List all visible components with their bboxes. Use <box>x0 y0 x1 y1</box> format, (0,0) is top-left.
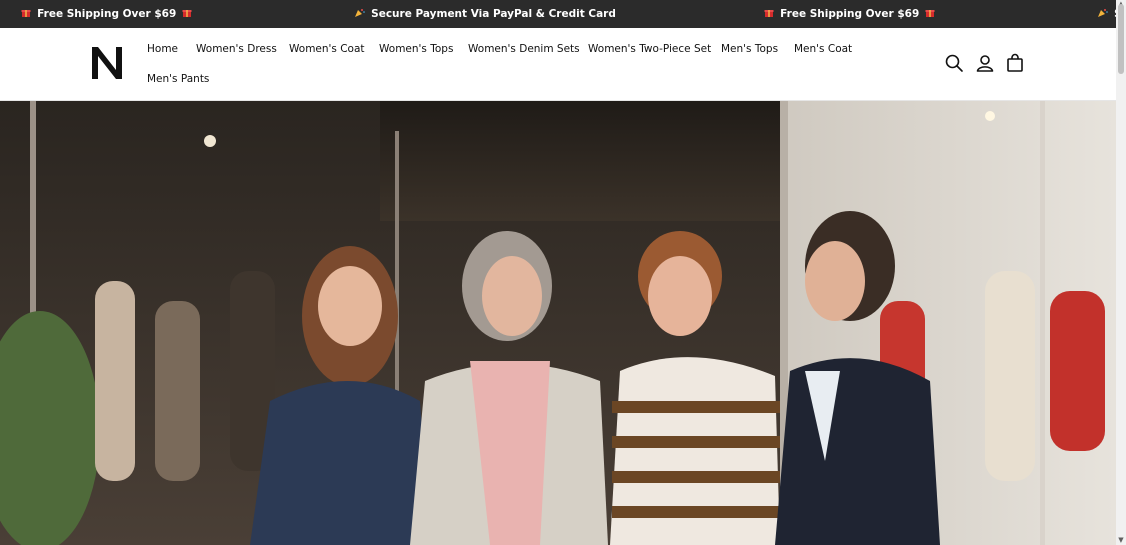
scrollbar-thumb[interactable] <box>1118 4 1124 74</box>
gift-icon <box>179 10 192 20</box>
cart-icon[interactable] <box>1005 53 1027 75</box>
hero-banner[interactable] <box>0 101 1116 545</box>
nav-mens-coat[interactable]: Men's Coat <box>794 43 852 55</box>
announcement-item: Secure Payment Via PayPal & Credit Card <box>352 0 616 28</box>
announcement-text: Free Shipping Over $69 <box>37 8 177 20</box>
announcement-item: Se <box>1095 0 1116 28</box>
nav-womens-denim-sets[interactable]: Women's Denim Sets <box>468 43 580 55</box>
nav-womens-two-piece-set[interactable]: Women's Two-Piece Set <box>588 43 711 55</box>
announcement-bar: Free Shipping Over $69 Secure Payment Vi… <box>0 0 1116 28</box>
gift-icon <box>21 10 34 20</box>
site-logo[interactable] <box>90 45 124 81</box>
account-icon[interactable] <box>975 53 997 75</box>
nav-home[interactable]: Home <box>147 43 178 55</box>
logo-mark <box>92 47 122 79</box>
announcement-text: Free Shipping Over $69 <box>780 8 920 20</box>
gift-icon <box>764 10 777 20</box>
nav-mens-pants[interactable]: Men's Pants <box>147 73 209 85</box>
gift-icon <box>922 10 935 20</box>
party-popper-icon <box>1098 9 1111 20</box>
nav-womens-tops[interactable]: Women's Tops <box>379 43 453 55</box>
page-scrollbar[interactable] <box>1116 0 1126 545</box>
search-icon[interactable] <box>944 53 966 75</box>
announcement-text: Secure Payment Via PayPal & Credit Card <box>371 8 616 20</box>
site-header: Home Women's Dress Women's Coat Women's … <box>0 28 1116 101</box>
scroll-down-icon[interactable]: ▼ <box>1117 536 1125 544</box>
nav-mens-tops[interactable]: Men's Tops <box>721 43 778 55</box>
hero-image <box>0 101 1116 545</box>
party-popper-icon <box>355 9 368 20</box>
announcement-item: Free Shipping Over $69 <box>18 0 195 28</box>
nav-womens-coat[interactable]: Women's Coat <box>289 43 365 55</box>
announcement-item: Free Shipping Over $69 <box>761 0 938 28</box>
nav-womens-dress[interactable]: Women's Dress <box>196 43 277 55</box>
